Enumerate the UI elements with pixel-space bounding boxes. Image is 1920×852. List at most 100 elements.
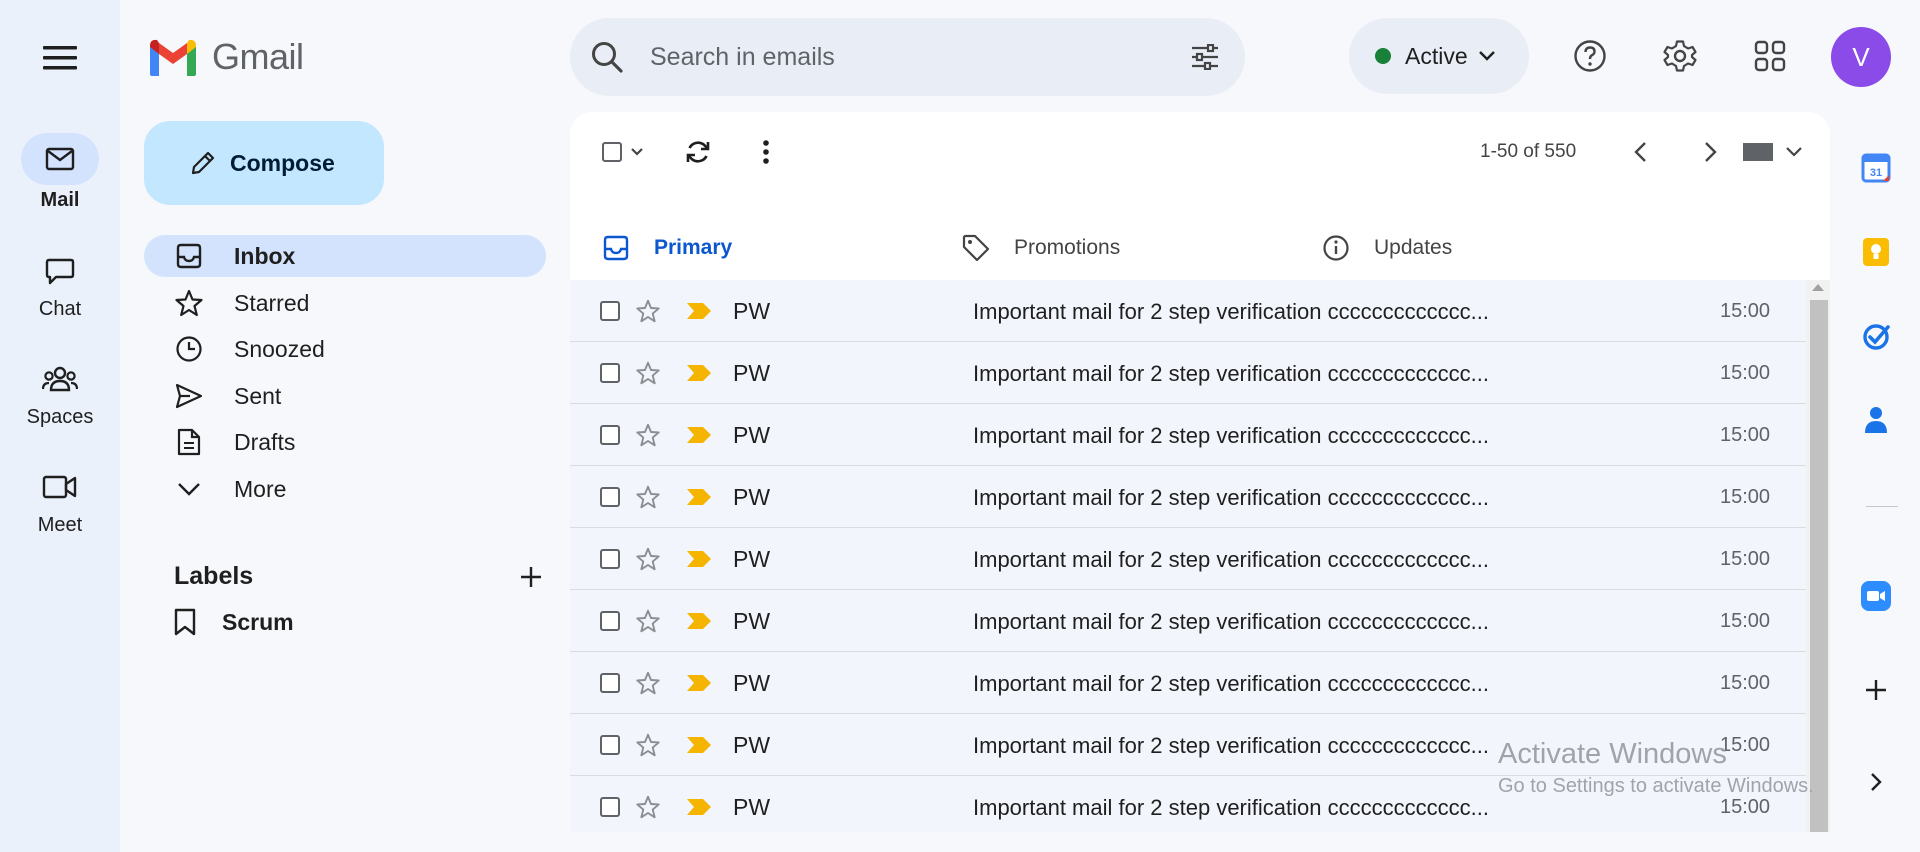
row-checkbox[interactable]: [600, 363, 620, 383]
rail-item-chat[interactable]: Chat: [0, 248, 120, 321]
gmail-logo[interactable]: Gmail: [146, 36, 304, 78]
sidebar-item-snoozed[interactable]: Snoozed: [144, 328, 546, 370]
row-checkbox[interactable]: [600, 735, 620, 755]
more-actions-button[interactable]: [746, 132, 786, 172]
rail-item-meet[interactable]: Meet: [0, 464, 120, 537]
importance-marker-icon[interactable]: [686, 736, 712, 754]
refresh-button[interactable]: [678, 132, 718, 172]
tab-primary[interactable]: Primary: [570, 204, 906, 292]
email-time: 15:00: [1720, 424, 1771, 446]
importance-marker-icon[interactable]: [686, 426, 712, 444]
settings-button[interactable]: [1658, 34, 1702, 78]
search-button[interactable]: [584, 34, 630, 80]
keep-button[interactable]: [1856, 232, 1896, 272]
importance-marker-icon[interactable]: [686, 612, 712, 630]
star-icon[interactable]: [636, 361, 660, 385]
table-row[interactable]: PW Important mail for 2 step verification…: [570, 528, 1806, 590]
star-icon[interactable]: [636, 299, 660, 323]
sidebar-item-starred[interactable]: Starred: [144, 282, 546, 324]
table-row[interactable]: PW Important mail for 2 step verification…: [570, 652, 1806, 714]
rail-item-label: Mail: [40, 189, 80, 211]
sidebar-item-inbox[interactable]: Inbox: [144, 235, 546, 277]
importance-marker-icon[interactable]: [686, 302, 712, 320]
gear-icon: [1663, 40, 1697, 72]
row-checkbox[interactable]: [600, 425, 620, 445]
email-sender: PW: [733, 422, 771, 448]
tab-updates[interactable]: Updates: [1290, 204, 1626, 292]
calendar-button[interactable]: 31: [1856, 148, 1896, 188]
support-button[interactable]: [1568, 34, 1612, 78]
side-panel-divider: [1866, 506, 1898, 507]
search-options-button[interactable]: [1185, 37, 1225, 77]
table-row[interactable]: PW Important mail for 2 step verification…: [570, 280, 1806, 342]
scroll-thumb[interactable]: [1810, 300, 1828, 832]
importance-marker-icon[interactable]: [686, 364, 712, 382]
keep-icon: [1863, 238, 1889, 266]
input-tools-button[interactable]: [1738, 132, 1808, 172]
importance-marker-icon[interactable]: [686, 798, 712, 816]
sidebar-item-label: Starred: [234, 289, 310, 316]
star-icon[interactable]: [636, 485, 660, 509]
row-checkbox[interactable]: [600, 549, 620, 569]
calendar-icon: 31: [1861, 153, 1891, 183]
avatar[interactable]: V: [1831, 27, 1891, 87]
apps-button[interactable]: [1748, 34, 1792, 78]
row-checkbox[interactable]: [600, 301, 620, 321]
row-checkbox[interactable]: [600, 611, 620, 631]
star-icon[interactable]: [636, 795, 660, 819]
email-subject: Important mail for 2 step verification c…: [973, 299, 1489, 324]
info-icon: [1323, 235, 1349, 261]
sidebar-item-sent[interactable]: Sent: [144, 375, 546, 417]
email-list-scrollbar[interactable]: [1806, 280, 1830, 832]
select-all-checkbox[interactable]: [602, 142, 622, 162]
table-row[interactable]: PW Important mail for 2 step verification…: [570, 342, 1806, 404]
hide-side-panel-button[interactable]: [1856, 762, 1896, 802]
email-list: PW Important mail for 2 step verification…: [570, 280, 1806, 832]
email-time: 15:00: [1720, 672, 1771, 694]
apps-grid-icon: [1754, 40, 1786, 72]
label-item-scrum[interactable]: Scrum: [174, 608, 294, 636]
row-checkbox[interactable]: [600, 487, 620, 507]
table-row[interactable]: PW Important mail for 2 step verification…: [570, 466, 1806, 528]
inbox-icon: [176, 243, 202, 269]
email-sender: PW: [733, 360, 771, 386]
search-input[interactable]: [650, 42, 1150, 72]
tab-label: Promotions: [1014, 236, 1121, 259]
older-page-button[interactable]: [1691, 132, 1731, 172]
importance-marker-icon[interactable]: [686, 488, 712, 506]
get-addons-button[interactable]: [1856, 670, 1896, 710]
row-checkbox[interactable]: [600, 797, 620, 817]
importance-marker-icon[interactable]: [686, 550, 712, 568]
star-icon[interactable]: [636, 733, 660, 757]
select-all-button[interactable]: [598, 132, 648, 172]
newer-page-button[interactable]: [1620, 132, 1660, 172]
sidebar-item-more[interactable]: More: [144, 468, 546, 510]
rail-item-mail[interactable]: Mail: [0, 133, 120, 212]
plus-icon: [521, 567, 541, 587]
row-checkbox[interactable]: [600, 673, 620, 693]
contacts-button[interactable]: [1856, 400, 1896, 440]
star-icon[interactable]: [636, 423, 660, 447]
main-menu-button[interactable]: [40, 38, 80, 78]
scroll-up-arrow[interactable]: [1812, 284, 1824, 291]
rail-item-spaces[interactable]: Spaces: [0, 356, 120, 429]
tab-promotions[interactable]: Promotions: [930, 204, 1266, 292]
table-row[interactable]: PW Important mail for 2 step verification…: [570, 776, 1806, 832]
importance-marker-icon[interactable]: [686, 674, 712, 692]
table-row[interactable]: PW Important mail for 2 step verification…: [570, 590, 1806, 652]
tab-label: Primary: [654, 236, 733, 259]
star-icon[interactable]: [636, 671, 660, 695]
table-row[interactable]: PW Important mail for 2 step verification…: [570, 714, 1806, 776]
gmail-logo-icon: [150, 39, 196, 76]
sidebar-item-drafts[interactable]: Drafts: [144, 421, 546, 463]
zoom-button[interactable]: [1856, 576, 1896, 616]
search-icon: [592, 42, 623, 73]
table-row[interactable]: PW Important mail for 2 step verification…: [570, 404, 1806, 466]
status-selector[interactable]: Active: [1349, 18, 1529, 94]
compose-button[interactable]: Compose: [144, 121, 384, 205]
tasks-button[interactable]: [1856, 316, 1896, 356]
star-icon[interactable]: [636, 609, 660, 633]
star-icon[interactable]: [636, 547, 660, 571]
email-time: 15:00: [1720, 362, 1771, 384]
create-label-button[interactable]: [514, 560, 548, 594]
